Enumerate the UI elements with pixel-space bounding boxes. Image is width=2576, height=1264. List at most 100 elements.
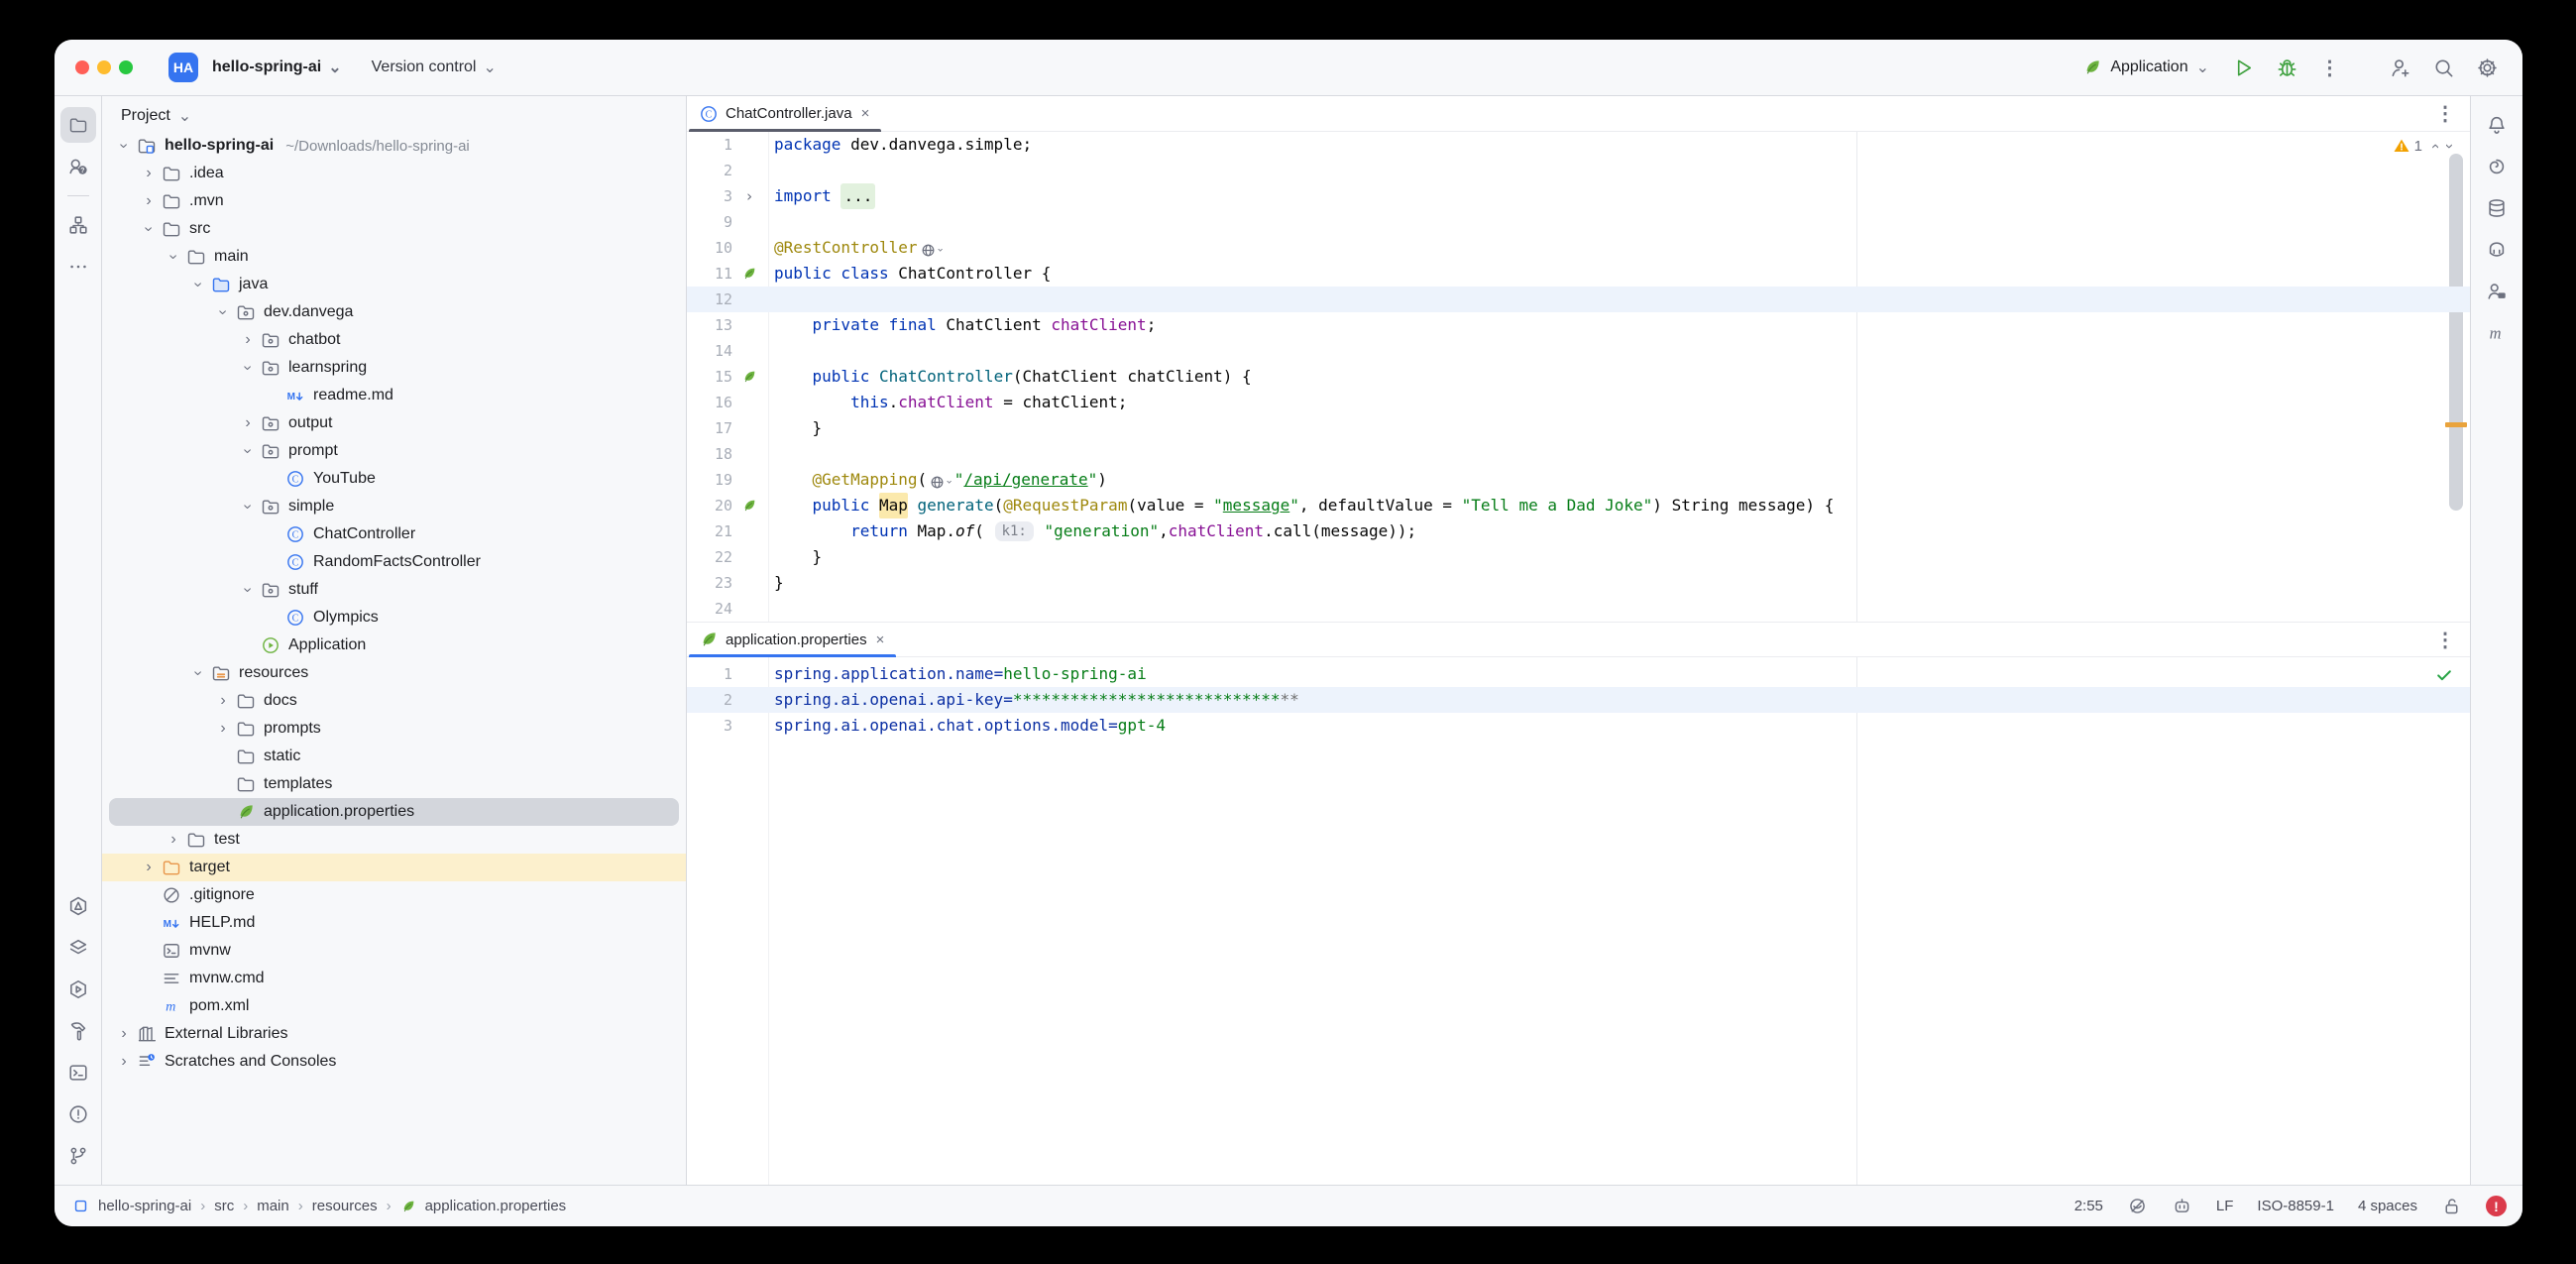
tree-row-prompts[interactable]: › prompts bbox=[102, 715, 686, 743]
layers-icon[interactable] bbox=[60, 930, 96, 966]
spring-bean-gutter-icon[interactable] bbox=[732, 364, 766, 390]
chevron-down-icon[interactable]: › bbox=[112, 137, 136, 155]
code-line-13[interactable]: 13 private final ChatClient chatClient; bbox=[687, 312, 2470, 338]
code-line-10[interactable]: 10 @RestController › bbox=[687, 235, 2470, 261]
structure-tool-icon[interactable] bbox=[60, 207, 96, 243]
line-number[interactable]: 2 bbox=[687, 158, 732, 183]
code-line-17[interactable]: 17 } bbox=[687, 415, 2470, 441]
tree-row-prompt[interactable]: › prompt bbox=[102, 437, 686, 465]
chevron-right-icon[interactable]: › bbox=[236, 414, 260, 432]
code-line-1[interactable]: 1 package dev.danvega.simple; bbox=[687, 132, 2470, 158]
breadcrumb-item[interactable]: resources bbox=[312, 1198, 378, 1214]
fold-chevron-icon[interactable]: › bbox=[732, 183, 766, 209]
code-line-21[interactable]: 21 return Map. of( k1: "generation", chatC… bbox=[687, 518, 2470, 544]
tree-row-external-libraries[interactable]: › External Libraries bbox=[102, 1020, 686, 1048]
tab-chatcontroller[interactable]: C ChatController.java × bbox=[689, 96, 882, 132]
git-branch-icon[interactable] bbox=[60, 1138, 96, 1174]
project-panel-header[interactable]: Project ⌄ bbox=[102, 102, 686, 130]
tree-row-test[interactable]: › test bbox=[102, 826, 686, 854]
code-line-9[interactable]: 9 bbox=[687, 209, 2470, 235]
tree-row-templates[interactable]: templates bbox=[102, 770, 686, 798]
tab-options-button[interactable]: ⋮ bbox=[2435, 628, 2456, 652]
tree-row-chatcontroller[interactable]: C ChatController bbox=[102, 520, 686, 548]
code-line-3[interactable]: 3 › import ... bbox=[687, 183, 2470, 209]
tree-row-static[interactable]: static bbox=[102, 743, 686, 770]
copilot-icon[interactable] bbox=[2172, 1196, 2192, 1216]
line-number[interactable]: 19 bbox=[687, 467, 732, 493]
globe-icon[interactable]: › bbox=[929, 469, 955, 495]
settings-button[interactable] bbox=[2469, 50, 2505, 85]
run-button[interactable] bbox=[2225, 50, 2261, 85]
chevron-right-icon[interactable]: › bbox=[112, 1025, 136, 1043]
line-number[interactable]: 17 bbox=[687, 415, 732, 441]
tree-row-output[interactable]: › output bbox=[102, 409, 686, 437]
tree-row-help.md[interactable]: M HELP.md bbox=[102, 909, 686, 937]
zoom-window-button[interactable] bbox=[119, 60, 133, 74]
code-line-20[interactable]: 20 public Map generate(@RequestParam (val… bbox=[687, 493, 2470, 518]
tree-row-learnspring[interactable]: › learnspring bbox=[102, 354, 686, 382]
tree-row-scratches-and-consoles[interactable]: › Scratches and Consoles bbox=[102, 1048, 686, 1076]
tree-row-stuff[interactable]: › stuff bbox=[102, 576, 686, 604]
java-editor[interactable]: 1 › › 1 package dev.danvega.simple; 2 3 › imp… bbox=[687, 132, 2470, 622]
tree-row-resources[interactable]: › resources bbox=[102, 659, 686, 687]
services-icon[interactable] bbox=[60, 972, 96, 1007]
close-tab-icon[interactable]: × bbox=[861, 105, 870, 122]
line-number[interactable]: 1 bbox=[687, 132, 732, 158]
tree-row-src[interactable]: › src bbox=[102, 215, 686, 243]
tree-row-application.properties[interactable]: application.properties bbox=[102, 798, 686, 826]
tree-row-mvnw[interactable]: mvnw bbox=[102, 937, 686, 965]
notifications-bell-icon[interactable] bbox=[2479, 107, 2515, 143]
project-widget-button[interactable]: hello-spring-ai ⌄ bbox=[202, 52, 352, 83]
tab-application-properties[interactable]: application.properties × bbox=[689, 622, 897, 657]
pull-requests-icon[interactable]: ? bbox=[60, 149, 96, 184]
code-line-23[interactable]: 23} bbox=[687, 570, 2470, 596]
more-actions-button[interactable]: ⋮ bbox=[2312, 50, 2348, 85]
close-window-button[interactable] bbox=[75, 60, 89, 74]
line-number[interactable]: 16 bbox=[687, 390, 732, 415]
chevron-right-icon[interactable]: › bbox=[236, 331, 260, 349]
tree-row-application[interactable]: Application bbox=[102, 632, 686, 659]
chevron-right-icon[interactable]: › bbox=[137, 859, 161, 876]
tree-row-target[interactable]: › target bbox=[102, 854, 686, 881]
line-number[interactable]: 3 bbox=[687, 183, 732, 209]
add-user-button[interactable] bbox=[2382, 50, 2417, 85]
tree-row-hello-spring-ai[interactable]: › hello-spring-ai ~/Downloads/hello-spring… bbox=[102, 132, 686, 160]
version-control-button[interactable]: Version control ⌄ bbox=[362, 52, 506, 83]
more-tool-windows-icon[interactable] bbox=[60, 249, 96, 285]
chevron-right-icon[interactable]: › bbox=[137, 165, 161, 182]
line-number[interactable]: 14 bbox=[687, 338, 732, 364]
tree-row-.mvn[interactable]: › .mvn bbox=[102, 187, 686, 215]
tree-row-chatbot[interactable]: › chatbot bbox=[102, 326, 686, 354]
tree-row-.gitignore[interactable]: .gitignore bbox=[102, 881, 686, 909]
tree-row-mvnw.cmd[interactable]: mvnw.cmd bbox=[102, 965, 686, 992]
copilot-icon[interactable] bbox=[2479, 232, 2515, 268]
build-icon[interactable] bbox=[60, 1013, 96, 1049]
chevron-right-icon[interactable]: › bbox=[211, 720, 235, 738]
chevron-right-icon[interactable]: › bbox=[112, 1053, 136, 1071]
breadcrumb-item[interactable]: src bbox=[214, 1198, 234, 1214]
tree-row-readme.md[interactable]: Mreadme.md bbox=[102, 382, 686, 409]
line-number[interactable]: 12 bbox=[687, 287, 732, 312]
tree-row-randomfactscontroller[interactable]: C RandomFactsController bbox=[102, 548, 686, 576]
line-number[interactable]: 2 bbox=[687, 687, 732, 713]
problems-icon[interactable] bbox=[60, 1096, 96, 1132]
lock-open-icon[interactable] bbox=[2441, 1196, 2462, 1216]
minimize-window-button[interactable] bbox=[97, 60, 111, 74]
eye-crossed-icon[interactable] bbox=[2127, 1196, 2148, 1216]
line-number[interactable]: 22 bbox=[687, 544, 732, 570]
tree-row-pom.xml[interactable]: m pom.xml bbox=[102, 992, 686, 1020]
chevron-right-icon[interactable]: › bbox=[211, 692, 235, 710]
caret-position[interactable]: 2:55 bbox=[2074, 1198, 2103, 1214]
database-icon[interactable] bbox=[2479, 190, 2515, 226]
chevron-down-icon[interactable]: › bbox=[236, 581, 260, 599]
code-line-2[interactable]: 2 bbox=[687, 158, 2470, 183]
chevron-right-icon[interactable]: › bbox=[137, 192, 161, 210]
tree-row-.idea[interactable]: › .idea bbox=[102, 160, 686, 187]
spring-bean-gutter-icon[interactable] bbox=[732, 493, 766, 518]
code-line-24[interactable]: 24 bbox=[687, 596, 2470, 622]
code-line-22[interactable]: 22 } bbox=[687, 544, 2470, 570]
code-line-1[interactable]: 1 spring.application.name = hello-spring-ai bbox=[687, 661, 2470, 687]
code-line-11[interactable]: 11 public class ChatController { bbox=[687, 261, 2470, 287]
breadcrumb-item[interactable]: application.properties bbox=[425, 1198, 567, 1214]
spring-bean-gutter-icon[interactable] bbox=[732, 261, 766, 287]
